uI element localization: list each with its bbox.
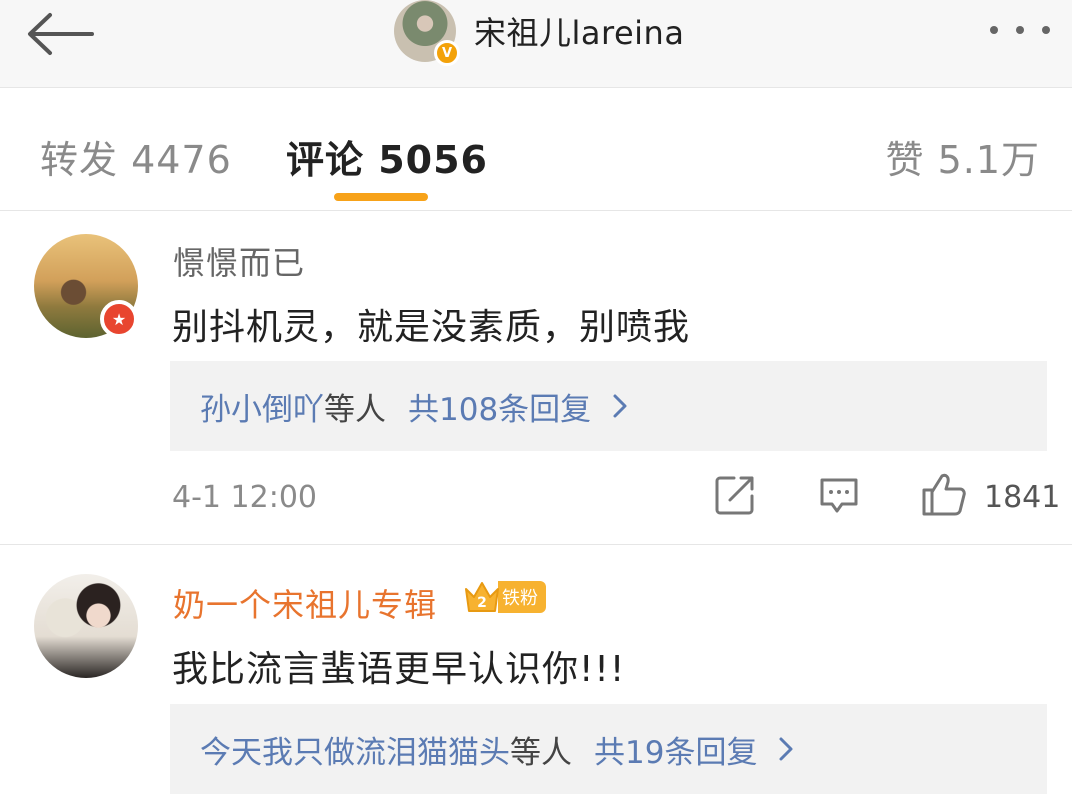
more-button[interactable] xyxy=(990,18,1050,42)
fan-badge: 2 铁粉 xyxy=(462,576,546,618)
comment-meta: 4-1 12:00 1841 xyxy=(0,473,1072,524)
comment-username[interactable]: 憬憬而已 xyxy=(173,238,305,284)
verified-badge-icon: V xyxy=(434,40,460,66)
more-dot-icon xyxy=(1016,26,1024,34)
more-dot-icon xyxy=(1042,26,1050,34)
reply-summary[interactable]: 孙小倒吖 等人 共108条回复 xyxy=(170,361,1047,451)
tab-comment[interactable]: 评论 5056 xyxy=(286,129,488,184)
comment-item[interactable]: ★ 憬憬而已 别抖机灵，就是没素质，别喷我 孙小倒吖 等人 共108条回复 4-… xyxy=(0,212,1072,545)
avatar[interactable]: V xyxy=(394,0,460,66)
comment-item[interactable]: 奶一个宋祖儿专辑 2 铁粉 我比流言蜚语更早认识你!!! 今天我只做流泪猫猫头 … xyxy=(0,546,1072,801)
chevron-right-icon xyxy=(779,737,793,761)
chevron-right-icon xyxy=(613,394,627,418)
reply-suffix: 等人 xyxy=(324,391,386,428)
reply-count[interactable]: 共108条回复 xyxy=(408,384,591,429)
profile-title[interactable]: V 宋祖儿lareina xyxy=(394,0,685,66)
fan-badge-label: 铁粉 xyxy=(498,581,546,613)
reply-names[interactable]: 今天我只做流泪猫猫头 xyxy=(200,727,510,772)
back-arrow-icon xyxy=(28,13,94,55)
like-count: 1841 xyxy=(984,480,1061,515)
more-dot-icon xyxy=(990,26,998,34)
reply-summary[interactable]: 今天我只做流泪猫猫头 等人 共19条回复 xyxy=(170,704,1047,794)
reply-count[interactable]: 共19条回复 xyxy=(594,727,757,772)
reply-names[interactable]: 孙小倒吖 xyxy=(200,384,324,429)
verified-star-icon: ★ xyxy=(100,300,138,338)
comment-username[interactable]: 奶一个宋祖儿专辑 xyxy=(173,580,437,626)
comment-time: 4-1 12:00 xyxy=(172,480,317,515)
thumbs-up-icon[interactable] xyxy=(920,470,968,518)
comment-text: 我比流言蜚语更早认识你!!! xyxy=(172,649,626,690)
back-button[interactable] xyxy=(24,10,96,58)
top-bar: V 宋祖儿lareina xyxy=(0,0,1072,88)
tab-repost[interactable]: 转发 4476 xyxy=(40,129,232,184)
active-tab-indicator xyxy=(334,193,428,201)
reply-suffix: 等人 xyxy=(510,734,572,771)
comment-text: 别抖机灵，就是没素质，别喷我 xyxy=(172,307,691,348)
avatar[interactable] xyxy=(34,574,138,678)
fan-level: 2 xyxy=(477,595,487,611)
share-icon[interactable] xyxy=(714,474,756,516)
tab-bar: 转发 4476 评论 5056 赞 5.1万 xyxy=(0,89,1072,211)
comment-icon[interactable] xyxy=(818,474,860,516)
tab-like[interactable]: 赞 5.1万 xyxy=(885,129,1040,184)
crown-icon: 2 xyxy=(465,582,499,612)
page-title: 宋祖儿lareina xyxy=(474,14,685,52)
